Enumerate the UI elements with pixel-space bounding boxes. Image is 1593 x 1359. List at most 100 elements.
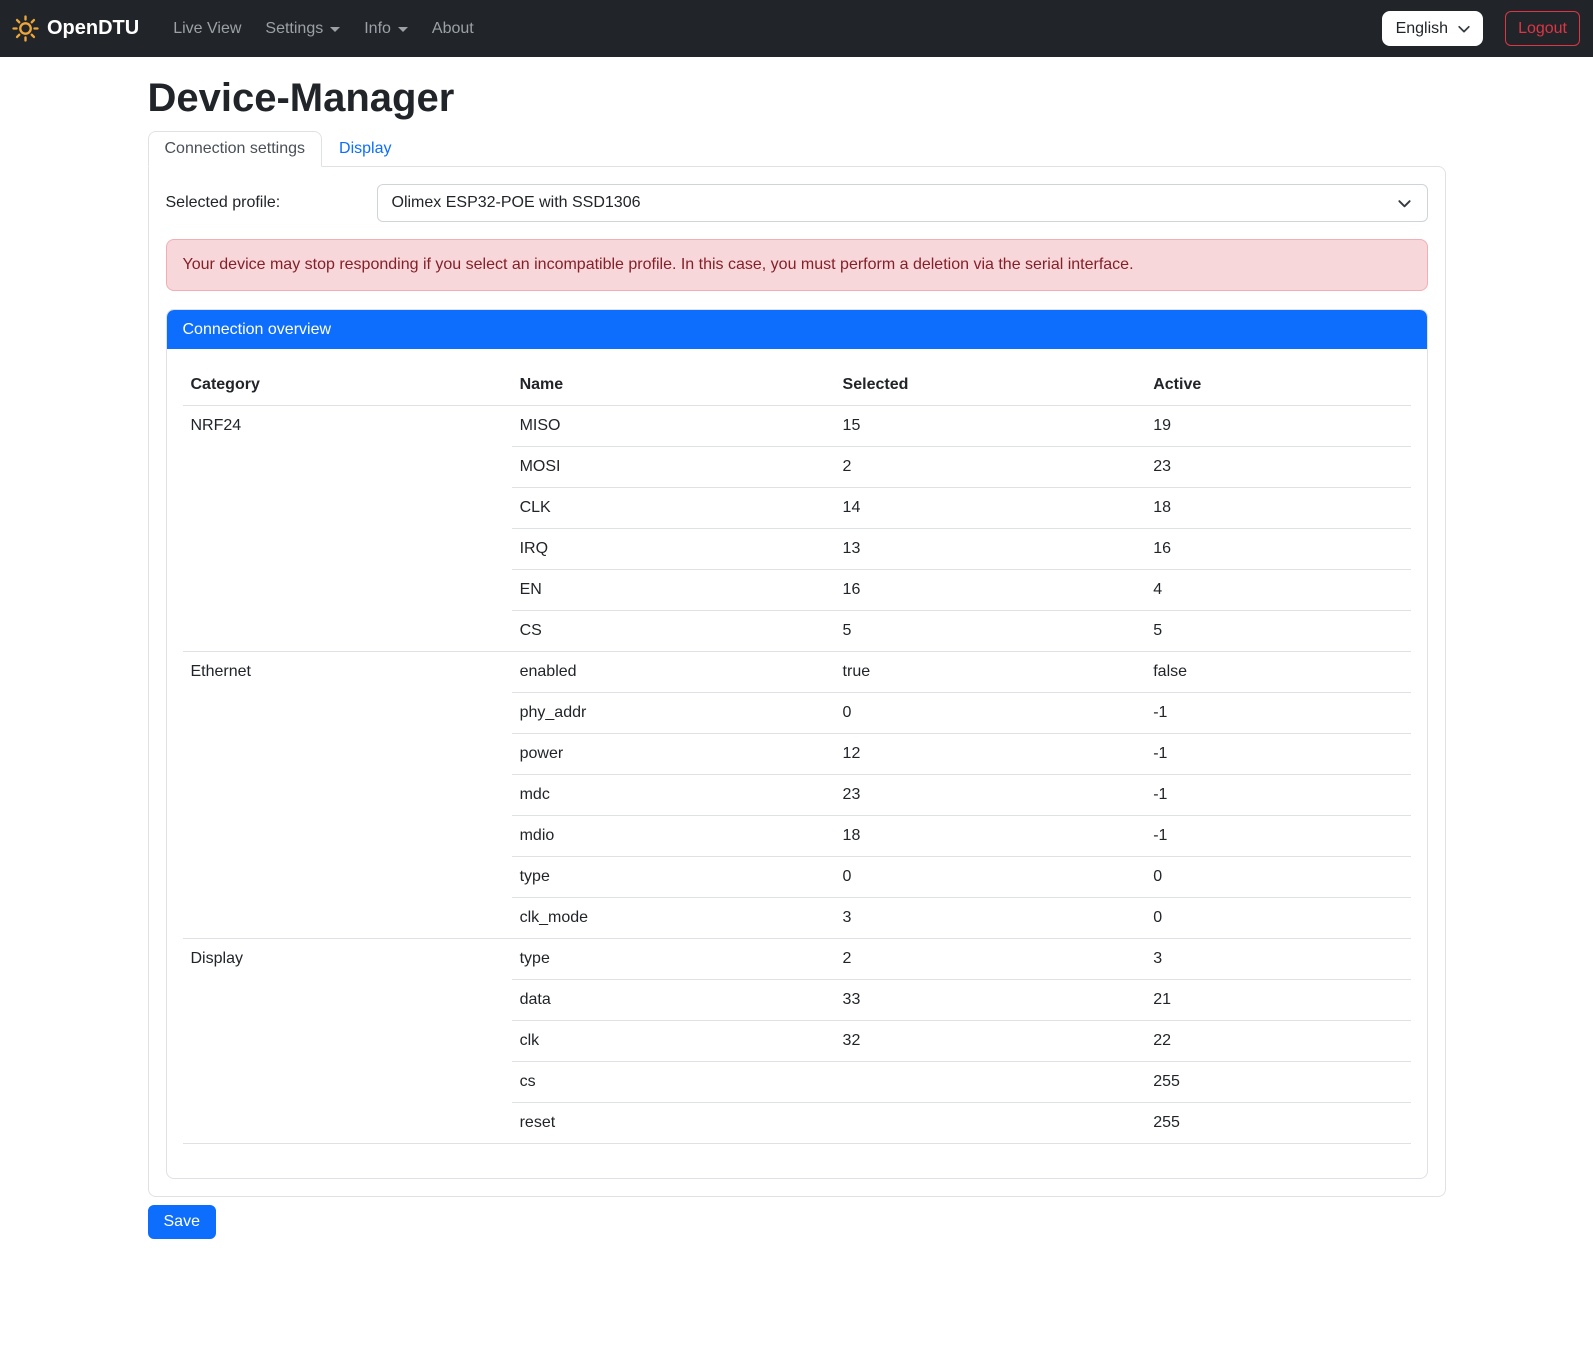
nav-item-label: Settings: [265, 20, 323, 38]
selected-cell: [835, 1062, 1146, 1103]
category-cell: NRF24: [183, 406, 512, 652]
active-cell: false: [1145, 652, 1410, 693]
column-header-name: Name: [512, 365, 835, 406]
caret-down-icon: [398, 27, 408, 32]
save-button[interactable]: Save: [148, 1205, 216, 1239]
name-cell: cs: [512, 1062, 835, 1103]
language-select[interactable]: English: [1382, 11, 1483, 46]
column-header-active: Active: [1145, 365, 1410, 406]
active-cell: 255: [1145, 1062, 1410, 1103]
name-cell: clk: [512, 1021, 835, 1062]
nav-item-label: Live View: [173, 20, 241, 38]
table-row: Displaytype23: [183, 939, 1411, 980]
column-header-category: Category: [183, 365, 512, 406]
selected-cell: [835, 1103, 1146, 1144]
tab-connection-settings[interactable]: Connection settings: [148, 131, 323, 167]
column-header-selected: Selected: [835, 365, 1146, 406]
name-cell: reset: [512, 1103, 835, 1144]
active-cell: -1: [1145, 775, 1410, 816]
selected-cell: 13: [835, 529, 1146, 570]
name-cell: MOSI: [512, 447, 835, 488]
active-cell: -1: [1145, 816, 1410, 857]
active-cell: 18: [1145, 488, 1410, 529]
active-cell: 4: [1145, 570, 1410, 611]
active-cell: 21: [1145, 980, 1410, 1021]
profile-label: Selected profile:: [166, 194, 377, 212]
chevron-down-icon: [1397, 196, 1412, 216]
selected-cell: 33: [835, 980, 1146, 1021]
table-row: Ethernetenabledtruefalse: [183, 652, 1411, 693]
nav-item-label: Info: [364, 20, 391, 38]
name-cell: type: [512, 939, 835, 980]
name-cell: phy_addr: [512, 693, 835, 734]
name-cell: EN: [512, 570, 835, 611]
active-cell: 22: [1145, 1021, 1410, 1062]
nav-item-settings[interactable]: Settings: [257, 12, 348, 46]
profile-select-value: Olimex ESP32-POE with SSD1306: [392, 194, 641, 212]
caret-down-icon: [330, 27, 340, 32]
language-select-value: English: [1396, 20, 1448, 38]
selected-cell: 18: [835, 816, 1146, 857]
table-header-row: CategoryNameSelectedActive: [183, 365, 1411, 406]
sun-icon: [12, 15, 39, 42]
navbar: OpenDTU Live View Settings Info About En…: [0, 0, 1593, 57]
selected-cell: 32: [835, 1021, 1146, 1062]
main-container: Device-Manager Connection settings Displ…: [148, 74, 1446, 1239]
active-cell: 3: [1145, 939, 1410, 980]
selected-cell: true: [835, 652, 1146, 693]
brand-label: OpenDTU: [47, 17, 139, 40]
page-title: Device-Manager: [148, 74, 1446, 122]
active-cell: 0: [1145, 898, 1410, 939]
active-cell: 255: [1145, 1103, 1410, 1144]
selected-cell: 5: [835, 611, 1146, 652]
nav-item-live-view[interactable]: Live View: [165, 12, 249, 46]
selected-cell: 3: [835, 898, 1146, 939]
name-cell: mdio: [512, 816, 835, 857]
name-cell: IRQ: [512, 529, 835, 570]
brand[interactable]: OpenDTU: [12, 15, 139, 42]
selected-cell: 0: [835, 693, 1146, 734]
name-cell: MISO: [512, 406, 835, 447]
nav-item-info[interactable]: Info: [356, 12, 416, 46]
tab-content: Selected profile: Olimex ESP32-POE with …: [148, 166, 1446, 1197]
selected-cell: 23: [835, 775, 1146, 816]
danger-alert: Your device may stop responding if you s…: [166, 239, 1428, 291]
card-body: CategoryNameSelectedActive NRF24MISO1519…: [167, 349, 1427, 1178]
card-header: Connection overview: [167, 310, 1427, 349]
name-cell: clk_mode: [512, 898, 835, 939]
selected-cell: 12: [835, 734, 1146, 775]
chevron-down-icon: [1457, 22, 1471, 41]
nav-item-label: About: [432, 20, 474, 38]
selected-cell: 15: [835, 406, 1146, 447]
profile-select[interactable]: Olimex ESP32-POE with SSD1306: [377, 184, 1428, 222]
active-cell: 16: [1145, 529, 1410, 570]
connection-overview-card: Connection overview CategoryNameSelected…: [166, 309, 1428, 1179]
name-cell: type: [512, 857, 835, 898]
tab-display[interactable]: Display: [322, 131, 408, 167]
table-row: NRF24MISO1519: [183, 406, 1411, 447]
name-cell: CS: [512, 611, 835, 652]
category-cell: Display: [183, 939, 512, 1144]
active-cell: 23: [1145, 447, 1410, 488]
nav-links: Live View Settings Info About: [161, 12, 486, 46]
profile-row: Selected profile: Olimex ESP32-POE with …: [166, 184, 1428, 222]
active-cell: -1: [1145, 693, 1410, 734]
selected-cell: 16: [835, 570, 1146, 611]
active-cell: 5: [1145, 611, 1410, 652]
name-cell: data: [512, 980, 835, 1021]
name-cell: enabled: [512, 652, 835, 693]
connection-table: CategoryNameSelectedActive NRF24MISO1519…: [183, 365, 1411, 1144]
selected-cell: 0: [835, 857, 1146, 898]
logout-button[interactable]: Logout: [1505, 11, 1580, 46]
active-cell: 19: [1145, 406, 1410, 447]
active-cell: 0: [1145, 857, 1410, 898]
selected-cell: 2: [835, 447, 1146, 488]
category-cell: Ethernet: [183, 652, 512, 939]
name-cell: mdc: [512, 775, 835, 816]
tab-bar: Connection settings Display: [148, 131, 1446, 166]
name-cell: power: [512, 734, 835, 775]
name-cell: CLK: [512, 488, 835, 529]
active-cell: -1: [1145, 734, 1410, 775]
nav-item-about[interactable]: About: [424, 12, 482, 46]
selected-cell: 2: [835, 939, 1146, 980]
